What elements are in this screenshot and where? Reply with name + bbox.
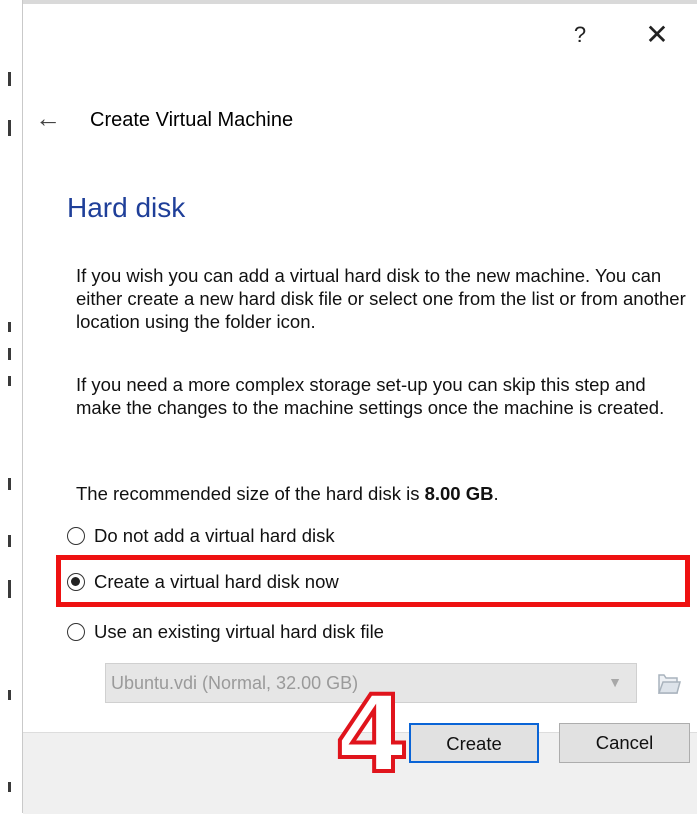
background-mark xyxy=(8,535,11,547)
recommended-suffix: . xyxy=(493,483,499,504)
option-create-disk[interactable]: Create a virtual hard disk now xyxy=(67,568,339,596)
page-title: Hard disk xyxy=(67,192,186,223)
background-window-edge xyxy=(0,0,23,813)
background-mark xyxy=(8,120,11,136)
intro-paragraph: If you wish you can add a virtual hard d… xyxy=(76,265,686,332)
option-label: Create a virtual hard disk now xyxy=(94,571,339,592)
background-mark xyxy=(8,580,11,598)
background-mark xyxy=(8,376,11,386)
folder-icon[interactable] xyxy=(655,667,681,697)
radio-button-selected[interactable] xyxy=(67,573,85,591)
background-mark xyxy=(8,478,11,490)
background-mark xyxy=(8,322,11,332)
wizard-title: Create Virtual Machine xyxy=(90,109,294,131)
annotation-step-number: 4 xyxy=(333,673,411,796)
option-label: Do not add a virtual hard disk xyxy=(94,525,335,546)
recommended-size-text: The recommended size of the hard disk is… xyxy=(76,482,686,505)
recommended-size-value: 8.00 GB xyxy=(424,483,494,504)
background-mark xyxy=(8,690,11,700)
radio-button[interactable] xyxy=(67,623,85,641)
close-button[interactable]: ✕ xyxy=(639,18,675,52)
background-mark xyxy=(8,782,11,792)
disk-file-value: Ubuntu.vdi (Normal, 32.00 GB) xyxy=(111,672,359,693)
background-mark xyxy=(8,72,11,86)
back-arrow-icon[interactable]: ← xyxy=(31,103,65,133)
recommended-prefix: The recommended size of the hard disk is xyxy=(76,483,425,504)
storage-paragraph: If you need a more complex storage set-u… xyxy=(76,374,665,418)
radio-button[interactable] xyxy=(67,527,85,545)
option-label: Use an existing virtual hard disk file xyxy=(94,621,384,642)
create-button[interactable]: Create xyxy=(409,723,539,763)
chevron-down-icon: ▼ xyxy=(608,674,622,690)
help-button[interactable]: ? xyxy=(565,20,595,50)
cancel-button[interactable]: Cancel xyxy=(559,723,690,763)
create-vm-dialog: ? ✕ ← Create Virtual Machine Hard disk I… xyxy=(23,0,697,814)
option-existing-disk[interactable]: Use an existing virtual hard disk file xyxy=(67,618,384,646)
titlebar-edge xyxy=(23,0,697,4)
background-mark xyxy=(8,348,11,360)
option-no-disk[interactable]: Do not add a virtual hard disk xyxy=(67,522,335,550)
